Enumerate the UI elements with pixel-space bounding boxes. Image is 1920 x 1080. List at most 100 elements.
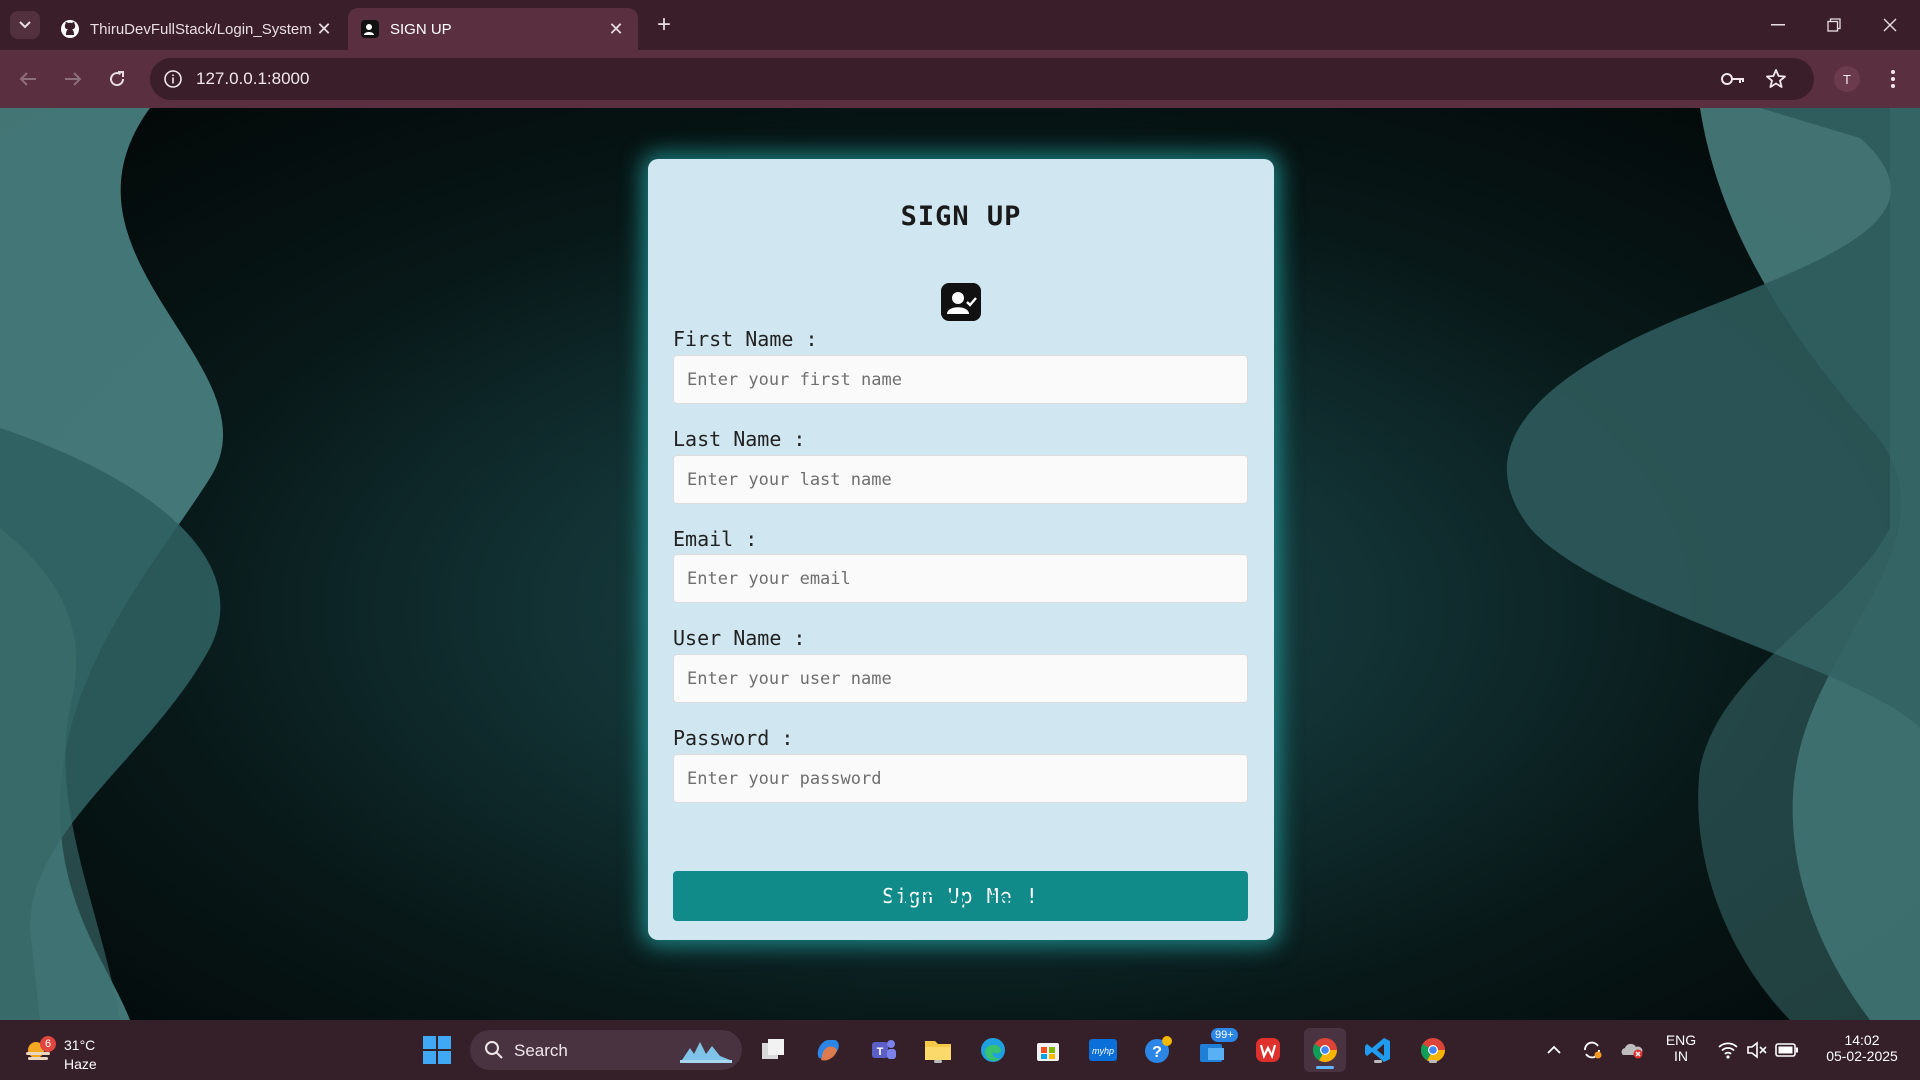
wifi-tray-button[interactable] bbox=[1712, 1034, 1744, 1066]
taskbar-search[interactable]: Search bbox=[470, 1030, 742, 1070]
wps-app[interactable] bbox=[1252, 1034, 1284, 1066]
help-icon: ? bbox=[1145, 1036, 1172, 1063]
first-name-label: First Name : bbox=[673, 327, 818, 351]
onedrive-tray-button[interactable] bbox=[1616, 1034, 1648, 1066]
file-explorer-app[interactable] bbox=[922, 1034, 954, 1066]
running-indicator bbox=[934, 1060, 942, 1063]
kebab-menu-icon bbox=[1891, 70, 1895, 88]
task-view-icon bbox=[762, 1039, 784, 1059]
password-key-icon[interactable] bbox=[1720, 68, 1746, 90]
restore-button[interactable] bbox=[1806, 0, 1862, 50]
profile-avatar[interactable]: T bbox=[1834, 66, 1860, 92]
close-icon bbox=[1883, 18, 1897, 32]
running-indicator bbox=[1429, 1060, 1437, 1063]
user-name-input[interactable] bbox=[673, 654, 1248, 703]
windows-logo-icon bbox=[423, 1036, 451, 1064]
restore-icon bbox=[1827, 18, 1841, 32]
arrow-right-icon bbox=[65, 72, 82, 86]
user-badge-icon bbox=[360, 19, 380, 39]
page-viewport: SIGN UP First Name : Last Name : Email :… bbox=[0, 108, 1920, 1020]
password-input[interactable] bbox=[673, 754, 1248, 803]
svg-text:myhp: myhp bbox=[1092, 1046, 1114, 1056]
search-highlight-icon bbox=[680, 1042, 732, 1063]
copilot-app[interactable] bbox=[812, 1034, 844, 1066]
address-bar[interactable]: 127.0.0.1:8000 bbox=[150, 58, 1814, 100]
edge-app[interactable] bbox=[977, 1034, 1009, 1066]
task-view-button[interactable] bbox=[758, 1034, 790, 1066]
clock-time: 14:02 bbox=[1844, 1032, 1880, 1048]
active-indicator bbox=[1316, 1066, 1334, 1069]
url-text: 127.0.0.1:8000 bbox=[196, 69, 310, 88]
sync-tray-button[interactable] bbox=[1576, 1034, 1608, 1066]
language-indicator[interactable]: ENG IN bbox=[1660, 1032, 1702, 1064]
chrome-app-active[interactable] bbox=[1304, 1028, 1346, 1072]
edge-icon bbox=[981, 1038, 1005, 1062]
weather-alert-badge: 6 bbox=[40, 1036, 56, 1052]
store-app[interactable] bbox=[1032, 1034, 1064, 1066]
outlook-app[interactable]: 99+ bbox=[1197, 1028, 1238, 1066]
notification-badge: 99+ bbox=[1211, 1028, 1238, 1042]
search-label: Search bbox=[514, 1041, 568, 1060]
chrome-profile-app[interactable] bbox=[1417, 1034, 1449, 1066]
show-hidden-icons-button[interactable] bbox=[1538, 1034, 1570, 1066]
user-check-icon bbox=[941, 283, 981, 321]
start-button[interactable] bbox=[421, 1034, 453, 1066]
arrow-left-icon bbox=[19, 72, 36, 86]
forward-button[interactable] bbox=[58, 64, 88, 94]
svg-text:?: ? bbox=[1152, 1044, 1162, 1061]
clock-date: 05-02-2025 bbox=[1826, 1048, 1898, 1064]
browser-menu-button[interactable] bbox=[1882, 64, 1904, 94]
svg-text:T: T bbox=[877, 1046, 884, 1058]
close-icon[interactable]: ✕ bbox=[314, 19, 334, 39]
tab-title: SIGN UP bbox=[390, 20, 452, 38]
user-name-label: User Name : bbox=[673, 626, 806, 650]
page-title: SIGN UP bbox=[900, 201, 1022, 232]
wps-office-icon bbox=[1256, 1038, 1280, 1062]
email-input[interactable] bbox=[673, 554, 1248, 603]
site-info-icon[interactable] bbox=[162, 68, 184, 90]
teams-app[interactable]: T bbox=[867, 1034, 899, 1066]
get-help-app[interactable]: ? bbox=[1142, 1034, 1174, 1066]
store-icon bbox=[1037, 1043, 1059, 1061]
minimize-button[interactable] bbox=[1750, 0, 1806, 50]
running-indicator bbox=[1374, 1060, 1382, 1063]
volume-tray-button[interactable] bbox=[1741, 1034, 1773, 1066]
taskbar: 6 31°C Haze Search T myhp ? 99+ ENG IN 1… bbox=[0, 1020, 1920, 1080]
vscode-app[interactable] bbox=[1362, 1034, 1394, 1066]
bookmark-star-icon[interactable] bbox=[1764, 67, 1788, 91]
sync-icon bbox=[1584, 1041, 1602, 1059]
weather-condition: Haze bbox=[64, 1056, 97, 1072]
temperature: 31°C bbox=[64, 1037, 96, 1053]
clock[interactable]: 14:02 05-02-2025 bbox=[1812, 1032, 1912, 1064]
password-label: Password : bbox=[673, 726, 794, 750]
sign-in-link[interactable]: I want to sign in bbox=[648, 889, 1274, 910]
tab-github[interactable]: ThiruDevFullStack/Login_System ✕ bbox=[48, 8, 346, 50]
wifi-icon bbox=[1718, 1042, 1738, 1059]
last-name-label: Last Name : bbox=[673, 427, 806, 451]
tab-signup[interactable]: SIGN UP ✕ bbox=[348, 8, 638, 50]
reload-button[interactable] bbox=[102, 64, 132, 94]
tab-bar: ThiruDevFullStack/Login_System ✕ SIGN UP… bbox=[0, 0, 1920, 50]
battery-tray-button[interactable] bbox=[1771, 1034, 1803, 1066]
tab-search-button[interactable] bbox=[10, 11, 40, 39]
myhp-app[interactable]: myhp bbox=[1087, 1034, 1119, 1066]
first-name-input[interactable] bbox=[673, 355, 1248, 404]
browser-toolbar: 127.0.0.1:8000 bbox=[0, 50, 1920, 108]
search-icon bbox=[485, 1041, 503, 1059]
minimize-icon bbox=[1771, 24, 1785, 26]
close-window-button[interactable] bbox=[1862, 0, 1918, 50]
language-line1: ENG bbox=[1665, 1032, 1697, 1048]
signup-card: SIGN UP First Name : Last Name : Email :… bbox=[648, 159, 1274, 940]
back-button[interactable] bbox=[13, 64, 43, 94]
copilot-icon bbox=[817, 1040, 839, 1061]
teams-icon: T bbox=[872, 1040, 896, 1059]
myhp-icon: myhp bbox=[1089, 1039, 1117, 1061]
last-name-input[interactable] bbox=[673, 455, 1248, 504]
close-icon[interactable]: ✕ bbox=[606, 19, 626, 39]
weather-widget[interactable]: 6 31°C Haze bbox=[22, 1028, 102, 1074]
cloud-error-icon bbox=[1621, 1043, 1643, 1059]
tab-title: ThiruDevFullStack/Login_System bbox=[90, 20, 312, 38]
volume-muted-icon bbox=[1747, 1041, 1767, 1059]
battery-icon bbox=[1775, 1043, 1798, 1057]
new-tab-button[interactable]: + bbox=[650, 11, 678, 39]
